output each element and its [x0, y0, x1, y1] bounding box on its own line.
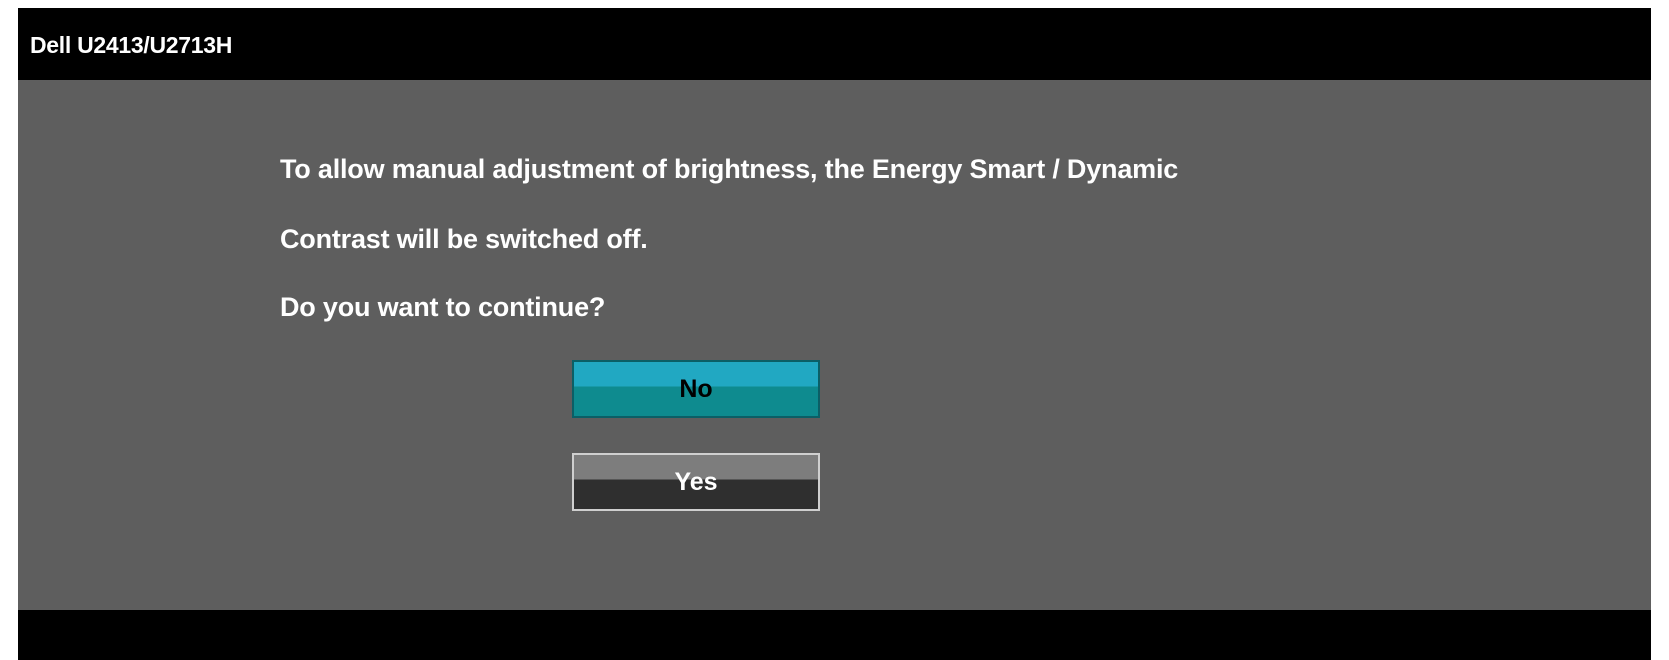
title-bar: Dell U2413/U2713H: [18, 8, 1651, 80]
message-line-1: To allow manual adjustment of brightness…: [280, 154, 1179, 184]
yes-button-label: Yes: [674, 467, 718, 496]
window-title: Dell U2413/U2713H: [30, 32, 233, 58]
monitor-osd-dialog: Dell U2413/U2713H To allow manual adjust…: [18, 8, 1651, 660]
no-button-label: No: [679, 374, 713, 403]
message-line-3: Do you want to continue?: [280, 292, 606, 322]
no-button[interactable]: No: [572, 360, 820, 418]
yes-button[interactable]: Yes: [572, 453, 820, 511]
footer-bar: [18, 610, 1651, 660]
message-line-2: Contrast will be switched off.: [280, 224, 648, 254]
dialog-content: To allow manual adjustment of brightness…: [18, 80, 1651, 610]
